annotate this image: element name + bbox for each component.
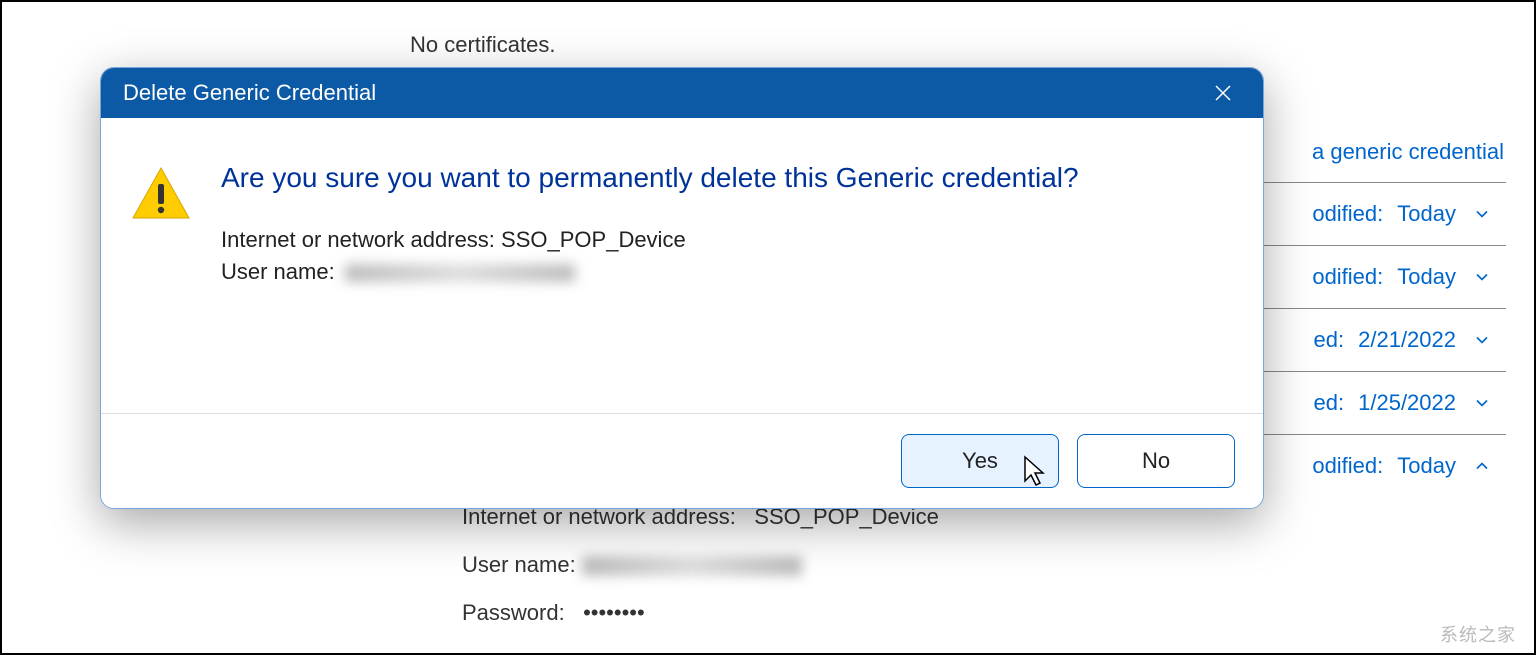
dialog-titlebar[interactable]: Delete Generic Credential [101, 68, 1263, 118]
dialog-address-label: Internet or network address: [221, 227, 495, 252]
watermark: 系统之家 [1440, 621, 1516, 647]
credential-row[interactable]: odified: Today [1226, 182, 1506, 245]
dialog-title: Delete Generic Credential [123, 80, 376, 106]
password-label: Password: [462, 600, 565, 625]
modified-value: Today [1397, 264, 1456, 290]
modified-label: odified: [1312, 201, 1383, 227]
username-value-redacted [582, 556, 802, 576]
modified-value: 1/25/2022 [1358, 390, 1456, 416]
dialog-username-label: User name: [221, 259, 335, 284]
yes-button[interactable]: Yes [901, 434, 1059, 488]
dialog-address-value: SSO_POP_Device [501, 227, 686, 252]
credential-row[interactable]: ed: 1/25/2022 [1226, 371, 1506, 434]
no-certificates-text: No certificates. [410, 32, 556, 58]
chevron-down-icon[interactable] [1470, 328, 1494, 352]
chevron-down-icon[interactable] [1470, 265, 1494, 289]
modified-value: Today [1397, 453, 1456, 479]
modified-value: Today [1397, 201, 1456, 227]
credential-row[interactable]: odified: Today [1226, 434, 1506, 497]
warning-icon [129, 162, 193, 226]
credential-row[interactable]: ed: 2/21/2022 [1226, 308, 1506, 371]
delete-credential-dialog: Delete Generic Credential Are you sure y… [100, 67, 1264, 509]
close-button[interactable] [1201, 71, 1245, 115]
username-label: User name: [462, 552, 576, 577]
modified-label: odified: [1312, 453, 1383, 479]
chevron-down-icon[interactable] [1470, 391, 1494, 415]
modified-label: ed: [1314, 390, 1345, 416]
modified-label: ed: [1314, 327, 1345, 353]
credential-details: Internet or network address: SSO_POP_Dev… [462, 504, 939, 648]
credential-list: odified: Today odified: Today ed: 2/21/2… [1226, 182, 1506, 497]
no-button[interactable]: No [1077, 434, 1235, 488]
chevron-up-icon[interactable] [1470, 454, 1494, 478]
password-value-masked: •••••••• [583, 600, 645, 625]
modified-value: 2/21/2022 [1358, 327, 1456, 353]
dialog-username-redacted [345, 264, 575, 282]
close-icon [1211, 81, 1235, 105]
chevron-down-icon[interactable] [1470, 202, 1494, 226]
modified-label: odified: [1312, 264, 1383, 290]
add-generic-credential-link[interactable]: a generic credential [1312, 139, 1504, 165]
dialog-main-instruction: Are you sure you want to permanently del… [221, 158, 1223, 197]
credential-row[interactable]: odified: Today [1226, 245, 1506, 308]
dialog-button-bar: Yes No [101, 413, 1263, 508]
